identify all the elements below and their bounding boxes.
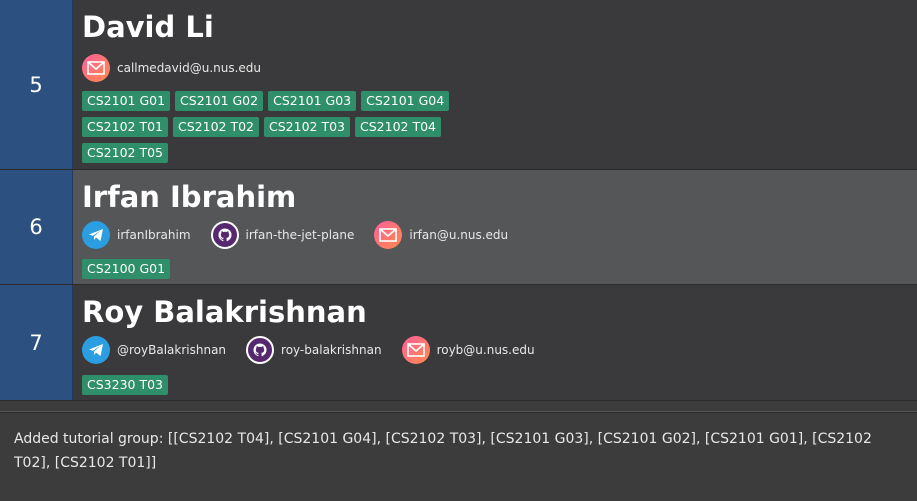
email-text: royb@u.nus.edu (436, 343, 535, 357)
person-name: Irfan Ibrahim (82, 180, 297, 214)
telegram-contact[interactable]: @royBalakrishnan (82, 336, 226, 364)
github-contact[interactable]: roy-balakrishnan (246, 336, 382, 364)
telegram-handle: irfanIbrahim (117, 228, 191, 242)
result-display: Added tutorial group: [[CS2102 T04], [CS… (0, 412, 917, 501)
tag: CS2102 T01 (82, 117, 168, 137)
person-card[interactable]: 7 Roy Balakrishnan @royBalakrishnan roy-… (0, 285, 917, 401)
github-username: irfan-the-jet-plane (245, 228, 355, 242)
tag-list: CS2101 G01 CS2101 G02 CS2101 G03 CS2101 … (82, 91, 462, 169)
tag: CS3230 T03 (82, 375, 168, 395)
telegram-handle: @royBalakrishnan (117, 343, 227, 357)
person-list[interactable]: 5 David Li callmedavid@u.nus.edu CS2101 … (0, 0, 917, 401)
tag: CS2102 T05 (82, 143, 168, 163)
tag: CS2102 T02 (173, 117, 259, 137)
tag-list: CS2100 G01 (82, 259, 462, 285)
email-icon (401, 336, 430, 364)
person-index: 7 (0, 285, 73, 400)
telegram-icon (82, 221, 110, 249)
telegram-icon (82, 336, 110, 364)
tag: CS2102 T04 (355, 117, 441, 137)
person-index: 6 (0, 170, 73, 284)
tag: CS2101 G01 (82, 91, 171, 111)
tag: CS2100 G01 (82, 259, 171, 279)
email-contact[interactable]: royb@u.nus.edu (401, 336, 535, 364)
github-icon (210, 221, 239, 249)
splitter[interactable] (0, 401, 917, 412)
tag: CS2101 G02 (175, 91, 264, 111)
email-contact[interactable]: callmedavid@u.nus.edu (82, 54, 261, 82)
person-index: 5 (0, 0, 73, 169)
person-card-selected[interactable]: 6 Irfan Ibrahim irfanIbrahim irfan-the-j… (0, 170, 917, 285)
contact-row: irfanIbrahim irfan-the-jet-plane irfan@u… (82, 221, 528, 249)
github-icon (246, 336, 275, 364)
github-contact[interactable]: irfan-the-jet-plane (210, 221, 355, 249)
github-username: roy-balakrishnan (281, 343, 382, 357)
email-icon (374, 221, 403, 249)
person-name: Roy Balakrishnan (82, 295, 367, 329)
person-name: David Li (82, 10, 214, 44)
contact-row: callmedavid@u.nus.edu (82, 54, 281, 82)
email-contact[interactable]: irfan@u.nus.edu (374, 221, 508, 249)
email-text: callmedavid@u.nus.edu (117, 61, 262, 75)
contact-row: @royBalakrishnan roy-balakrishnan royb@u… (82, 336, 555, 364)
tag-list: CS3230 T03 (82, 375, 462, 401)
tag: CS2101 G04 (361, 91, 450, 111)
tag: CS2101 G03 (268, 91, 357, 111)
telegram-contact[interactable]: irfanIbrahim (82, 221, 191, 249)
email-text: irfan@u.nus.edu (409, 228, 509, 242)
tag: CS2102 T03 (264, 117, 350, 137)
person-card[interactable]: 5 David Li callmedavid@u.nus.edu CS2101 … (0, 0, 917, 170)
result-text: Added tutorial group: [[CS2102 T04], [CS… (14, 431, 872, 471)
email-icon (82, 54, 110, 82)
